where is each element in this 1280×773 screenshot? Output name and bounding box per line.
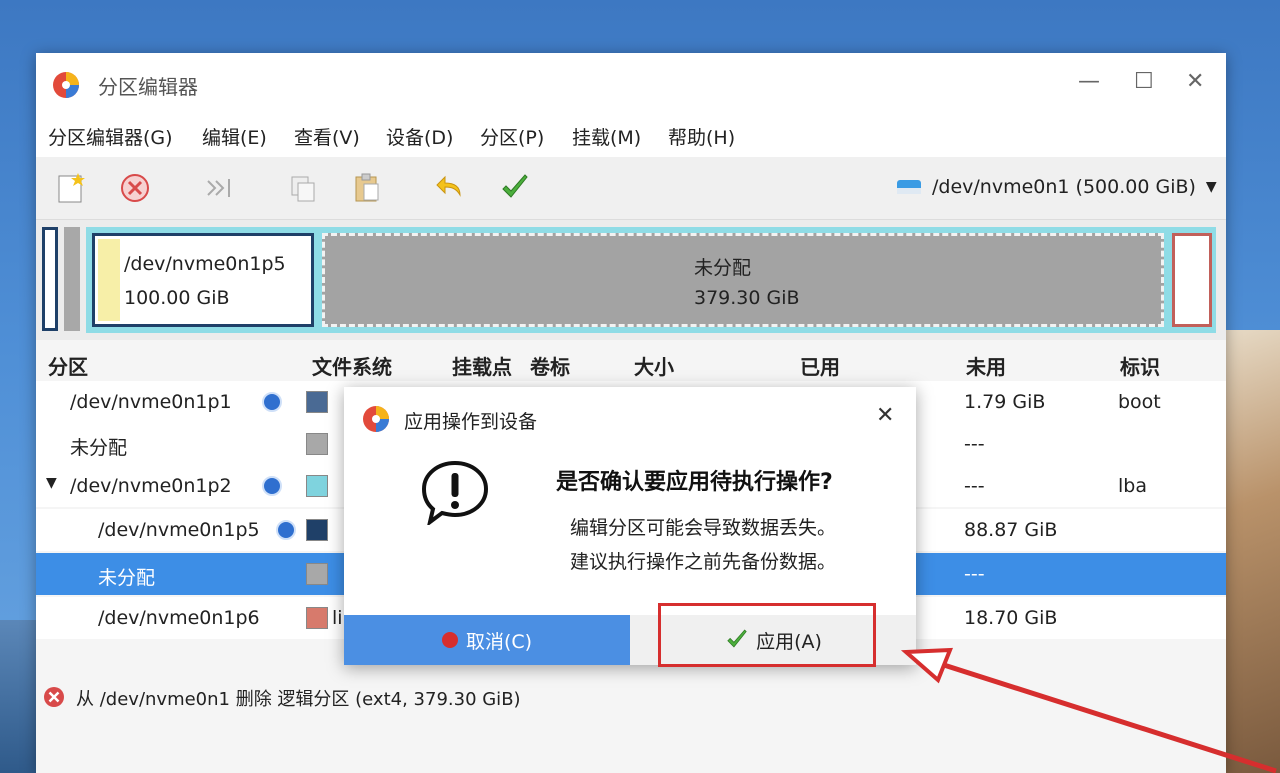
dialog-message-line2: 建议执行操作之前先备份数据。 — [570, 551, 837, 573]
chevron-down-icon: ▼ — [1205, 179, 1217, 195]
mounted-lock-icon — [262, 476, 282, 496]
annotation-highlight-box — [658, 603, 876, 667]
row-unused: 1.79 GiB — [964, 391, 1046, 413]
mounted-lock-icon — [262, 392, 282, 412]
diskmap-segment-unallocated-small[interactable] — [64, 227, 80, 331]
row-partition: /dev/nvme0n1p5 — [98, 519, 260, 541]
cancel-button[interactable]: 取消(C) — [344, 615, 630, 665]
menu-partition-editor[interactable]: 分区编辑器(G) — [48, 123, 173, 150]
partition-list-header — [36, 343, 1226, 383]
delete-icon[interactable] — [118, 171, 152, 205]
col-label[interactable]: 卷标 — [530, 351, 570, 380]
row-partition: /dev/nvme0n1p6 — [98, 607, 260, 629]
fs-color-swatch — [306, 519, 328, 541]
diskmap-segment-p6[interactable] — [1172, 233, 1212, 327]
app-logo-icon — [53, 72, 79, 98]
expander-triangle-icon[interactable]: ▼ — [46, 475, 57, 491]
fs-color-swatch — [306, 391, 328, 413]
dialog-title: 应用操作到设备 — [404, 411, 538, 433]
row-filesystem: li — [332, 607, 343, 629]
device-label: /dev/nvme0n1 (500.00 GiB) — [932, 176, 1196, 198]
window-title: 分区编辑器 — [98, 75, 198, 99]
resize-move-icon[interactable] — [202, 171, 236, 205]
row-flags: lba — [1118, 475, 1147, 497]
undo-icon[interactable] — [434, 171, 468, 205]
new-icon[interactable] — [54, 171, 88, 205]
dialog-close-icon[interactable]: ✕ — [876, 403, 894, 428]
menu-help[interactable]: 帮助(H) — [668, 123, 735, 150]
maximize-button[interactable]: ☐ — [1134, 69, 1154, 94]
desktop-wallpaper-bottom — [0, 620, 40, 773]
row-unused: --- — [964, 475, 985, 497]
menu-edit[interactable]: 编辑(E) — [202, 123, 267, 150]
row-partition: /dev/nvme0n1p2 — [70, 475, 232, 497]
menu-mount[interactable]: 挂载(M) — [572, 123, 641, 150]
mounted-lock-icon — [276, 520, 296, 540]
diskmap-p5-size: 100.00 GiB — [124, 287, 230, 309]
row-unused: --- — [964, 433, 985, 455]
row-partition: 未分配 — [70, 437, 128, 459]
warning-speech-bubble-icon — [421, 460, 489, 525]
close-button[interactable]: ✕ — [1186, 69, 1204, 94]
diskmap-p5-name: /dev/nvme0n1p5 — [124, 253, 286, 275]
copy-icon[interactable] — [286, 171, 320, 205]
device-selector[interactable]: /dev/nvme0n1 (500.00 GiB) ▼ — [894, 169, 1217, 205]
apply-check-icon[interactable] — [498, 171, 532, 205]
fs-color-swatch — [306, 607, 328, 629]
diskmap-segment-unallocated[interactable] — [322, 233, 1164, 327]
col-mountpoint[interactable]: 挂载点 — [452, 351, 512, 380]
row-unused: --- — [964, 563, 985, 585]
menu-device[interactable]: 设备(D) — [386, 123, 453, 150]
dialog-heading: 是否确认要应用待执行操作? — [556, 470, 833, 495]
fs-color-swatch — [306, 563, 328, 585]
diskmap-segment-p1[interactable] — [42, 227, 58, 331]
col-flags[interactable]: 标识 — [1120, 351, 1160, 380]
disk-drive-icon — [897, 180, 921, 194]
row-partition: /dev/nvme0n1p1 — [70, 391, 232, 413]
cancel-button-label: 取消(C) — [465, 630, 533, 653]
dialog-message-line1: 编辑分区可能会导致数据丢失。 — [570, 517, 837, 539]
dialog-app-logo-icon — [363, 406, 389, 432]
diskmap-segment-p5[interactable] — [92, 233, 314, 327]
row-unused: 88.87 GiB — [964, 519, 1058, 541]
pending-operation-text: 从 /dev/nvme0n1 删除 逻辑分区 (ext4, 379.30 GiB… — [76, 689, 521, 710]
col-used[interactable]: 已用 — [800, 351, 840, 380]
diskmap-p5-usage-bar — [98, 239, 120, 321]
diskmap-unalloc-size: 379.30 GiB — [694, 287, 800, 309]
col-partition[interactable]: 分区 — [48, 351, 88, 380]
fs-color-swatch — [306, 475, 328, 497]
row-unused: 18.70 GiB — [964, 607, 1058, 629]
paste-icon[interactable] — [350, 171, 384, 205]
row-flags: boot — [1118, 391, 1161, 413]
menu-view[interactable]: 查看(V) — [294, 123, 360, 150]
row-partition: 未分配 — [98, 567, 156, 589]
menu-partition[interactable]: 分区(P) — [480, 123, 544, 150]
col-unused[interactable]: 未用 — [966, 351, 1006, 380]
minimize-button[interactable]: — — [1078, 69, 1100, 94]
cancel-dot-icon — [441, 632, 458, 648]
annotation-arrow-icon — [900, 647, 1277, 773]
diskmap-unalloc-name: 未分配 — [694, 257, 752, 279]
title-bar — [36, 53, 1226, 115]
col-size[interactable]: 大小 — [634, 351, 674, 380]
delete-operation-icon — [44, 687, 64, 707]
col-filesystem[interactable]: 文件系统 — [312, 351, 392, 380]
fs-color-swatch — [306, 433, 328, 455]
